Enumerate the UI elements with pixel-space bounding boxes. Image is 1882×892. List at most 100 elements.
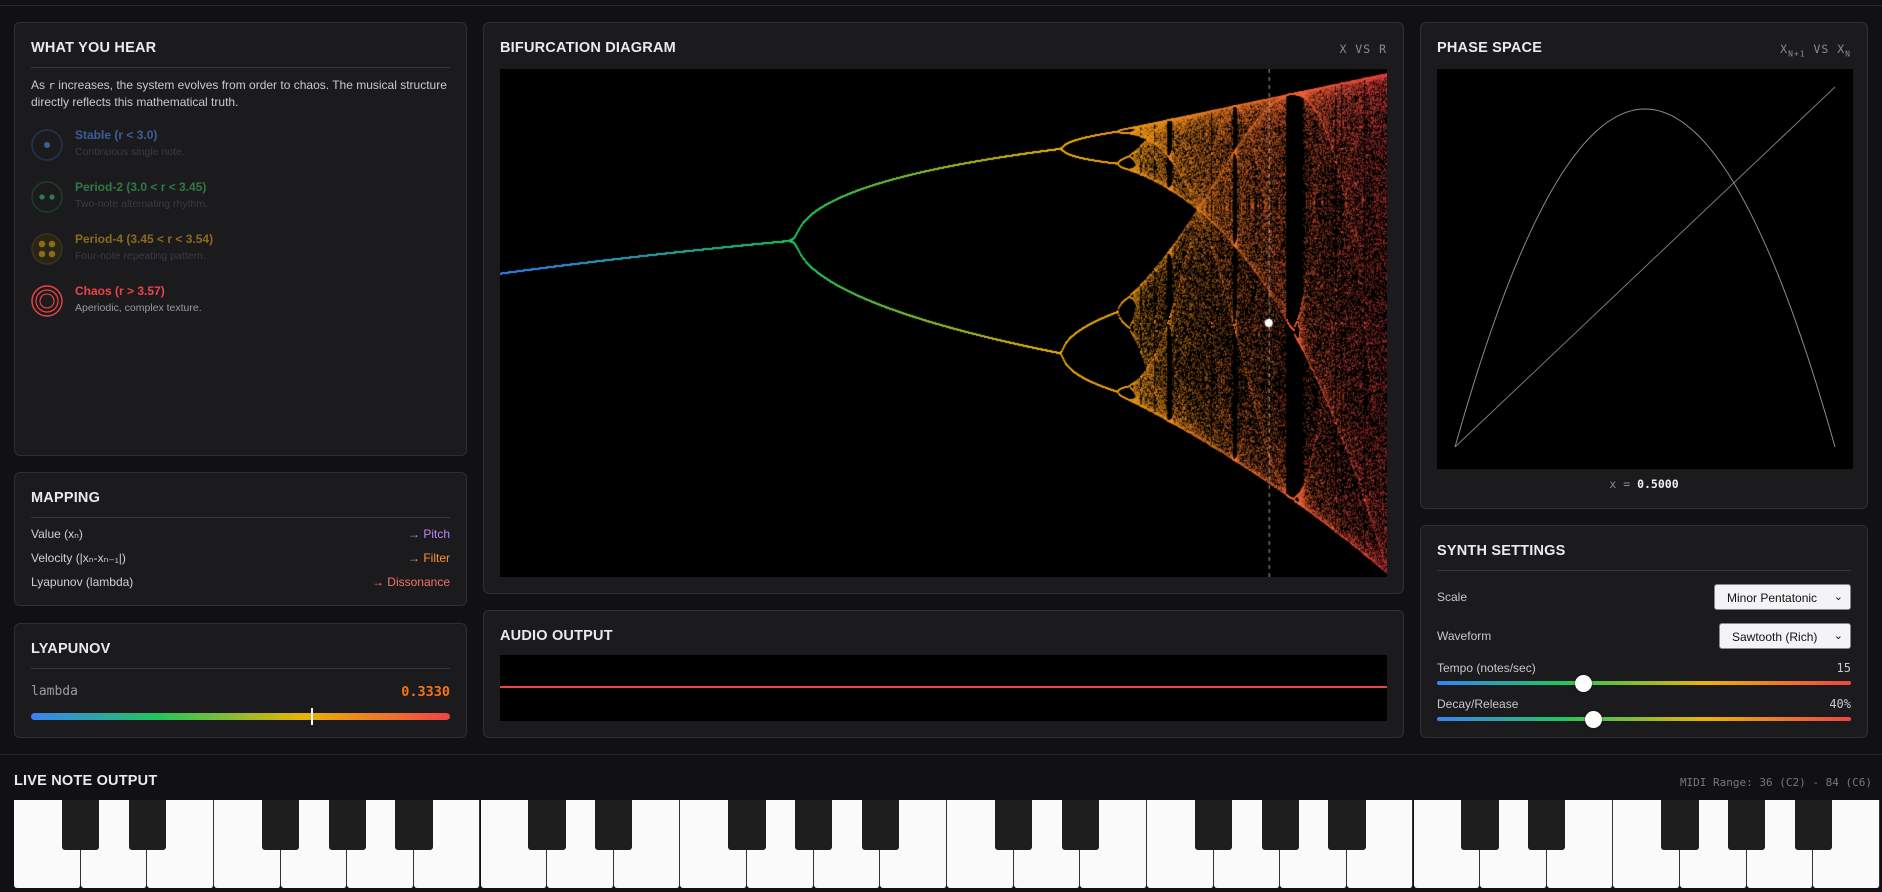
piano-divider bbox=[0, 754, 1882, 755]
decay-label: Decay/Release bbox=[1437, 697, 1519, 711]
audio-output-panel: AUDIO OUTPUT bbox=[483, 610, 1404, 738]
scale-select[interactable]: Minor Pentatonic ⌄ bbox=[1714, 584, 1851, 610]
lyapunov-gauge bbox=[31, 713, 450, 720]
state-label: Period-4 (3.45 < r < 3.54) bbox=[75, 232, 214, 246]
scale-label: Scale bbox=[1437, 590, 1468, 604]
black-key[interactable] bbox=[1194, 800, 1233, 850]
what-you-hear-panel: WHAT YOU HEAR As r increases, the system… bbox=[14, 22, 467, 456]
mapping-panel: MAPPING Value (xₙ) → Pitch Velocity (|xₙ… bbox=[14, 472, 467, 606]
x-readout: x = 0.5000 bbox=[1609, 477, 1679, 491]
identity-line bbox=[1454, 86, 1836, 448]
mapping-key: Value (xₙ) bbox=[31, 527, 83, 541]
synth-settings-title: SYNTH SETTINGS bbox=[1437, 543, 1566, 559]
mapping-row-value: Value (xₙ) → Pitch bbox=[31, 527, 450, 545]
state-label: Chaos (r > 3.57) bbox=[75, 284, 165, 298]
tempo-slider-track[interactable] bbox=[1437, 681, 1851, 685]
mapping-row-velocity: Velocity (|xₙ-xₙ₋₁|) → Filter bbox=[31, 551, 450, 569]
state-sub: Aperiodic, complex texture. bbox=[75, 302, 202, 314]
synth-settings-panel: SYNTH SETTINGS Scale Minor Pentatonic ⌄ W… bbox=[1420, 525, 1868, 738]
black-key[interactable] bbox=[328, 800, 366, 850]
mapping-key: Velocity (|xₙ-xₙ₋₁|) bbox=[31, 551, 126, 565]
black-key[interactable] bbox=[728, 800, 766, 850]
phase-space-title: PHASE SPACE bbox=[1437, 40, 1543, 56]
state-label: Period-2 (3.0 < r < 3.45) bbox=[75, 180, 207, 194]
chevron-down-icon: ⌄ bbox=[1833, 630, 1843, 642]
black-key[interactable] bbox=[1328, 800, 1366, 850]
mapping-key: Lyapunov (lambda) bbox=[31, 575, 134, 589]
decay-slider-thumb[interactable] bbox=[1585, 711, 1603, 728]
phase-space-plot bbox=[1437, 69, 1853, 469]
lyapunov-title: LYAPUNOV bbox=[31, 641, 111, 657]
black-key[interactable] bbox=[261, 800, 300, 850]
black-key[interactable] bbox=[1061, 800, 1099, 850]
bifurcation-plot[interactable] bbox=[500, 69, 1387, 577]
bifurcation-title: BIFURCATION DIAGRAM bbox=[500, 40, 676, 56]
mapping-row-lyapunov: Lyapunov (lambda) → Dissonance bbox=[31, 575, 450, 593]
what-you-hear-title: WHAT YOU HEAR bbox=[31, 40, 157, 56]
piano-keyboard bbox=[14, 800, 1880, 888]
waveform-line bbox=[500, 686, 1387, 688]
state-sub: Continuous single note. bbox=[75, 146, 185, 158]
title-divider bbox=[31, 668, 450, 669]
black-key[interactable] bbox=[595, 800, 633, 850]
black-key[interactable] bbox=[1794, 800, 1832, 850]
black-key[interactable] bbox=[395, 800, 433, 850]
decay-row: Decay/Release 40% bbox=[1437, 697, 1851, 713]
state-chaos: Chaos (r > 3.57) Aperiodic, complex text… bbox=[31, 283, 451, 323]
tempo-value: 15 bbox=[1836, 661, 1851, 675]
title-divider bbox=[1437, 570, 1851, 571]
lambda-label: lambda bbox=[31, 684, 78, 699]
black-key[interactable] bbox=[128, 800, 166, 850]
lambda-value: 0.3330 bbox=[401, 684, 450, 700]
black-key[interactable] bbox=[1728, 800, 1766, 850]
black-key[interactable] bbox=[994, 800, 1033, 850]
black-key[interactable] bbox=[1528, 800, 1566, 850]
lyapunov-marker bbox=[310, 708, 313, 725]
decay-value: 40% bbox=[1829, 697, 1851, 711]
state-sub: Four-note repeating pattern. bbox=[75, 250, 206, 262]
black-key[interactable] bbox=[795, 800, 833, 850]
four-dots-icon bbox=[31, 233, 63, 265]
single-dot-icon bbox=[31, 129, 63, 161]
scale-row: Scale Minor Pentatonic ⌄ bbox=[1437, 584, 1851, 612]
black-key[interactable] bbox=[1461, 800, 1499, 850]
title-divider bbox=[31, 67, 450, 68]
audio-waveform bbox=[500, 655, 1387, 721]
phase-space-panel: PHASE SPACE XN+1 VS XN x = 0.5000 bbox=[1420, 22, 1868, 509]
lyapunov-panel: LYAPUNOV lambda 0.3330 bbox=[14, 623, 467, 738]
audio-output-title: AUDIO OUTPUT bbox=[500, 628, 613, 644]
mapping-target: → Filter bbox=[408, 551, 450, 565]
mapping-target: → Pitch bbox=[407, 527, 450, 541]
bifurcation-axes-label: X VS R bbox=[1339, 42, 1387, 56]
waveform-row: Waveform Sawtooth (Rich) ⌄ bbox=[1437, 622, 1851, 650]
black-key[interactable] bbox=[61, 800, 100, 850]
waveform-select[interactable]: Sawtooth (Rich) ⌄ bbox=[1719, 623, 1851, 649]
mapping-title: MAPPING bbox=[31, 490, 101, 506]
midi-range-label: MIDI Range: 36 (C2) - 84 (C6) bbox=[1679, 776, 1872, 789]
state-stable: Stable (r < 3.0) Continuous single note. bbox=[31, 127, 451, 167]
concentric-rings-icon bbox=[31, 285, 63, 317]
black-key[interactable] bbox=[528, 800, 566, 850]
black-key[interactable] bbox=[1261, 800, 1299, 850]
phase-axes-label: XN+1 VS XN bbox=[1780, 42, 1851, 59]
tempo-slider-thumb[interactable] bbox=[1574, 675, 1592, 692]
chevron-down-icon: ⌄ bbox=[1833, 591, 1843, 603]
description: As r increases, the system evolves from … bbox=[31, 78, 447, 109]
tempo-label: Tempo (notes/sec) bbox=[1437, 661, 1536, 675]
mapping-target: → Dissonance bbox=[371, 575, 450, 589]
live-note-output-title: LIVE NOTE OUTPUT bbox=[14, 773, 158, 789]
top-divider bbox=[0, 5, 1882, 6]
title-divider bbox=[31, 517, 450, 518]
logistic-map-curve bbox=[1454, 108, 1836, 448]
state-period-4: Period-4 (3.45 < r < 3.54) Four-note rep… bbox=[31, 231, 451, 271]
black-key[interactable] bbox=[1661, 800, 1699, 850]
decay-slider-track[interactable] bbox=[1437, 717, 1851, 721]
two-dots-icon bbox=[31, 181, 63, 213]
state-period-2: Period-2 (3.0 < r < 3.45) Two-note alter… bbox=[31, 179, 451, 219]
bifurcation-panel: BIFURCATION DIAGRAM X VS R bbox=[483, 22, 1404, 594]
black-key[interactable] bbox=[861, 800, 899, 850]
tempo-row: Tempo (notes/sec) 15 bbox=[1437, 661, 1851, 677]
state-label: Stable (r < 3.0) bbox=[75, 128, 158, 142]
state-sub: Two-note alternating rhythm. bbox=[75, 198, 209, 210]
waveform-label: Waveform bbox=[1437, 629, 1492, 643]
